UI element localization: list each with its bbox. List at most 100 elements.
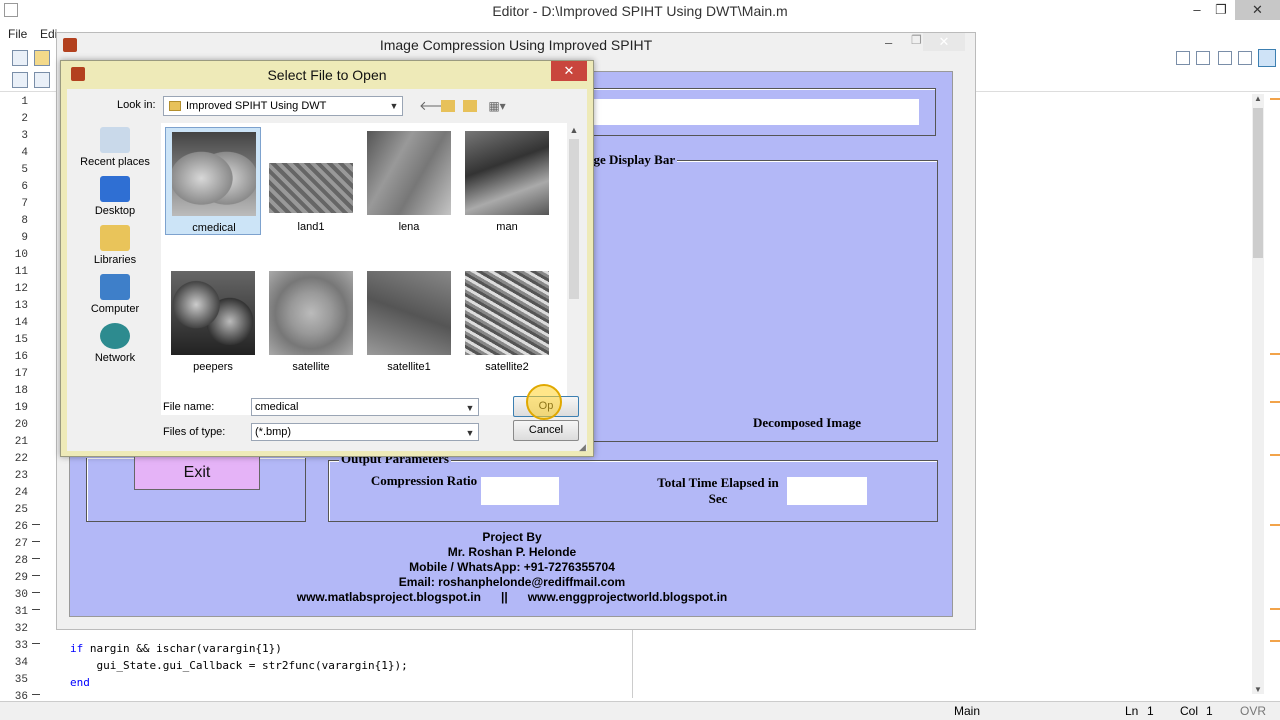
tool-icon[interactable]: [34, 72, 50, 88]
minimize-button[interactable]: –: [885, 35, 892, 50]
code-analyzer-marker[interactable]: [1270, 608, 1280, 610]
code-line[interactable]: gui_State.gui_Callback = str2func(vararg…: [70, 659, 407, 672]
code-analyzer-marker[interactable]: [1270, 640, 1280, 642]
fold-marker[interactable]: [32, 558, 40, 559]
file-thumbnail: [465, 271, 549, 355]
place-recent[interactable]: Recent places: [73, 127, 157, 168]
select-file-dialog: Select File to Open ✕ Look in: Improved …: [60, 60, 594, 457]
fold-marker[interactable]: [32, 592, 40, 593]
overwrite-mode: OVR: [1240, 704, 1267, 718]
line-number: 22: [14, 453, 28, 465]
column-label: Col: [1180, 704, 1199, 718]
exit-button[interactable]: Exit: [134, 456, 260, 490]
folder-icon: [169, 101, 181, 111]
dialog-close-button[interactable]: ✕: [551, 61, 587, 81]
place-desktop[interactable]: Desktop: [73, 176, 157, 217]
gui-close-button[interactable]: ✕: [923, 33, 965, 51]
file-name-input[interactable]: cmedical ▼: [251, 398, 479, 416]
maximize-button[interactable]: ❐: [911, 33, 922, 47]
scrollbar-thumb[interactable]: [1253, 108, 1263, 258]
close-button[interactable]: ✕: [1235, 0, 1280, 20]
file-item-peepers[interactable]: peepers: [165, 267, 261, 375]
file-label: land1: [297, 221, 325, 233]
file-thumbnail: [269, 271, 353, 355]
fold-marker[interactable]: [32, 524, 40, 525]
file-type-select[interactable]: (*.bmp) ▼: [251, 423, 479, 441]
chevron-down-icon[interactable]: ▼: [462, 399, 478, 415]
maximize-button[interactable]: ❐: [1207, 0, 1235, 20]
place-libraries[interactable]: Libraries: [73, 225, 157, 266]
code-analyzer-marker[interactable]: [1270, 401, 1280, 403]
fold-marker[interactable]: [32, 609, 40, 610]
file-item-land1[interactable]: land1: [263, 127, 359, 235]
file-thumbnail: [465, 131, 549, 215]
line-value: 1: [1147, 704, 1154, 718]
scroll-up-icon[interactable]: ▲: [567, 125, 581, 135]
file-label: satellite2: [485, 361, 529, 373]
chevron-down-icon[interactable]: ▼: [386, 97, 402, 115]
file-item-cmedical[interactable]: cmedical: [165, 127, 261, 235]
line-number: 27: [14, 538, 28, 550]
file-list[interactable]: cmedical land1 lena man peepers satellit…: [161, 123, 579, 415]
file-item-satellite[interactable]: satellite: [263, 267, 359, 375]
place-network[interactable]: Network: [73, 323, 157, 364]
place-computer[interactable]: Computer: [73, 274, 157, 315]
code-analyzer-marker[interactable]: [1270, 98, 1280, 100]
resize-grip-icon[interactable]: ◢: [579, 442, 589, 452]
line-number: 14: [14, 317, 28, 329]
place-label: Computer: [90, 303, 140, 315]
maximize-layout-icon[interactable]: [1258, 49, 1276, 67]
file-item-lena[interactable]: lena: [361, 127, 457, 235]
scroll-down-icon[interactable]: ▼: [1253, 685, 1263, 694]
file-list-scrollbar[interactable]: ▲ ▼: [567, 123, 581, 415]
fold-marker[interactable]: [32, 575, 40, 576]
place-label: Recent places: [80, 156, 150, 168]
scroll-up-icon[interactable]: ▲: [1253, 94, 1263, 103]
place-label: Desktop: [94, 205, 136, 217]
place-label: Network: [94, 352, 136, 364]
credit-name: Mr. Roshan P. Helonde: [447, 545, 577, 559]
look-in-select[interactable]: Improved SPIHT Using DWT ▼: [163, 96, 403, 116]
line-number: 26: [14, 521, 28, 533]
line-number: 17: [14, 368, 28, 380]
fold-marker[interactable]: [32, 694, 40, 695]
back-arrow-icon[interactable]: 🡐: [419, 98, 454, 114]
keyword: if: [70, 642, 84, 655]
code-line[interactable]: if nargin && ischar(varargin{1}): [70, 642, 282, 655]
float-window-icon[interactable]: [1238, 51, 1252, 65]
line-number: 12: [14, 283, 28, 295]
up-folder-icon[interactable]: [441, 100, 455, 112]
file-item-satellite2[interactable]: satellite2: [459, 267, 555, 375]
view-menu-icon[interactable]: ▦▾: [485, 98, 509, 114]
dialog-title: Select File to Open: [267, 67, 387, 83]
file-item-satellite1[interactable]: satellite1: [361, 267, 457, 375]
status-field: [539, 99, 919, 125]
cancel-button[interactable]: Cancel: [513, 420, 579, 441]
tile-layout-icon[interactable]: [1176, 51, 1190, 65]
file-label: man: [496, 221, 518, 233]
fold-marker[interactable]: [32, 643, 40, 644]
open-folder-icon[interactable]: [34, 50, 50, 66]
line-number: 32: [14, 623, 28, 635]
file-thumbnail: [367, 131, 451, 215]
file-type-label: Files of type:: [163, 426, 226, 438]
chevron-down-icon[interactable]: ▼: [462, 424, 478, 440]
code-analyzer-marker[interactable]: [1270, 353, 1280, 355]
new-folder-icon[interactable]: [463, 100, 477, 112]
file-thumbnail: [269, 163, 353, 213]
fold-marker[interactable]: [32, 541, 40, 542]
split-vertical-icon[interactable]: [1196, 51, 1210, 65]
tool-icon[interactable]: [12, 72, 28, 88]
code-line[interactable]: end: [70, 676, 90, 689]
split-horizontal-icon[interactable]: [1218, 51, 1232, 65]
editor-vertical-scrollbar[interactable]: ▲ ▼: [1252, 94, 1264, 694]
code-text: nargin && ischar(varargin{1}): [83, 642, 282, 655]
scrollbar-thumb[interactable]: [569, 139, 579, 299]
new-file-icon[interactable]: [12, 50, 28, 66]
file-item-man[interactable]: man: [459, 127, 555, 235]
code-analyzer-marker[interactable]: [1270, 524, 1280, 526]
look-in-value: Improved SPIHT Using DWT: [186, 100, 327, 112]
code-analyzer-marker[interactable]: [1270, 454, 1280, 456]
menu-edit[interactable]: Edi: [40, 27, 57, 41]
menu-file[interactable]: File: [8, 27, 27, 41]
